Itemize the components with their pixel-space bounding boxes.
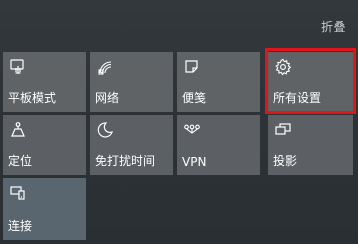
tile-label: 连接	[8, 219, 33, 233]
connect-icon	[9, 184, 27, 202]
gear-icon	[274, 58, 292, 76]
action-center-panel: 折叠 平板模式 网络 便笺 所有设置 定位 免打扰时间 VPN 投影 连接	[0, 0, 358, 244]
tile-vpn[interactable]: VPN	[177, 115, 260, 175]
project-icon	[274, 121, 292, 139]
tile-label: 投影	[273, 154, 298, 168]
moon-icon	[96, 121, 114, 139]
location-icon	[9, 121, 27, 139]
tile-connect[interactable]: 连接	[3, 178, 86, 240]
note-icon	[183, 58, 201, 76]
tile-tablet-mode[interactable]: 平板模式	[3, 52, 86, 112]
tile-note[interactable]: 便笺	[177, 52, 260, 112]
tablet-mode-icon	[9, 58, 27, 76]
tile-label: 便笺	[182, 91, 207, 105]
vpn-icon	[183, 121, 201, 139]
tile-label: 所有设置	[273, 91, 322, 105]
network-icon	[96, 58, 114, 76]
tile-network[interactable]: 网络	[90, 52, 173, 112]
tile-label: 免打扰时间	[95, 154, 156, 168]
tile-label: 定位	[8, 154, 33, 168]
tile-label: 平板模式	[8, 91, 57, 105]
tile-project[interactable]: 投影	[268, 115, 353, 175]
tile-location[interactable]: 定位	[3, 115, 86, 175]
tile-label: VPN	[182, 155, 207, 169]
tile-all-settings[interactable]: 所有设置	[268, 52, 353, 112]
tile-quiet-hours[interactable]: 免打扰时间	[90, 115, 173, 175]
tile-label: 网络	[95, 91, 120, 105]
collapse-link[interactable]: 折叠	[321, 18, 346, 35]
